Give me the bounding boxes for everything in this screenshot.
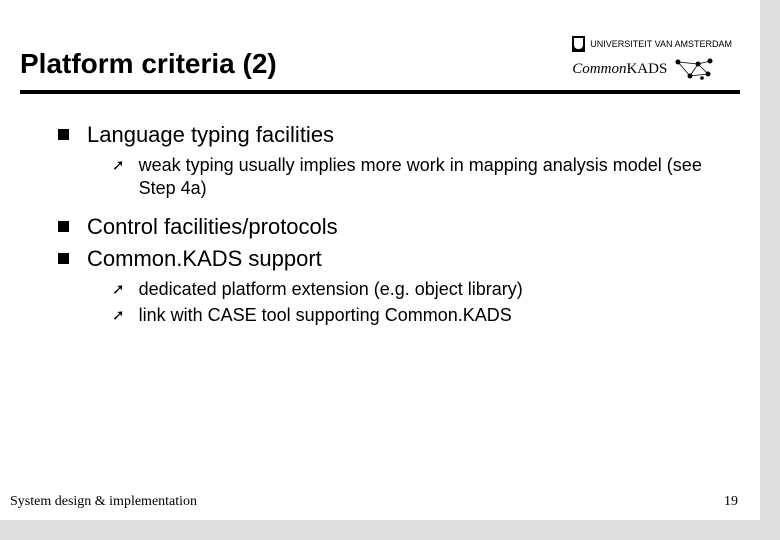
uva-logo-text: UNIVERSITEIT VAN AMSTERDAM	[590, 39, 732, 49]
slide-title: Platform criteria (2)	[20, 36, 277, 80]
footer: System design & implementation 19	[10, 494, 738, 510]
page-shadow-right	[760, 0, 780, 540]
bullet-text: Control facilities/protocols	[87, 214, 338, 240]
sub-bullet-item: ➚ link with CASE tool supporting Common.…	[112, 304, 724, 327]
bullet-item: Control facilities/protocols	[58, 214, 724, 240]
footer-text: System design & implementation	[10, 494, 197, 510]
arrow-bullet-icon: ➚	[112, 280, 125, 298]
arrow-bullet-icon: ➚	[112, 156, 125, 174]
sub-bullet-text: weak typing usually implies more work in…	[139, 154, 724, 200]
commonkads-logo-italic: Common	[572, 61, 626, 77]
arrow-bullet-icon: ➚	[112, 306, 125, 324]
bullet-item: Common.KADS support	[58, 246, 724, 272]
sub-bullet-item: ➚ weak typing usually implies more work …	[112, 154, 724, 200]
square-bullet-icon	[58, 253, 69, 264]
page-number: 19	[724, 494, 738, 510]
sub-list: ➚ weak typing usually implies more work …	[58, 154, 724, 200]
sub-bullet-text: dedicated platform extension (e.g. objec…	[139, 278, 523, 301]
header: Platform criteria (2) UNIVERSITEIT VAN A…	[0, 0, 760, 82]
content-area: Language typing facilities ➚ weak typing…	[0, 94, 760, 327]
bullet-item: Language typing facilities	[58, 122, 724, 148]
commonkads-logo-plain: KADS	[626, 61, 667, 77]
logo-group: UNIVERSITEIT VAN AMSTERDAM CommonKADS	[572, 36, 732, 82]
commonkads-logo: CommonKADS	[572, 56, 716, 82]
sub-list: ➚ dedicated platform extension (e.g. obj…	[58, 278, 724, 327]
square-bullet-icon	[58, 221, 69, 232]
slide: Platform criteria (2) UNIVERSITEIT VAN A…	[0, 0, 760, 520]
commonkads-network-icon	[672, 56, 716, 82]
bullet-text: Common.KADS support	[87, 246, 322, 272]
uva-logo: UNIVERSITEIT VAN AMSTERDAM	[572, 36, 732, 52]
sub-bullet-text: link with CASE tool supporting Common.KA…	[139, 304, 512, 327]
sub-bullet-item: ➚ dedicated platform extension (e.g. obj…	[112, 278, 724, 301]
page-shadow-bottom	[0, 520, 780, 540]
square-bullet-icon	[58, 129, 69, 140]
uva-crest-icon	[572, 36, 585, 52]
bullet-text: Language typing facilities	[87, 122, 334, 148]
